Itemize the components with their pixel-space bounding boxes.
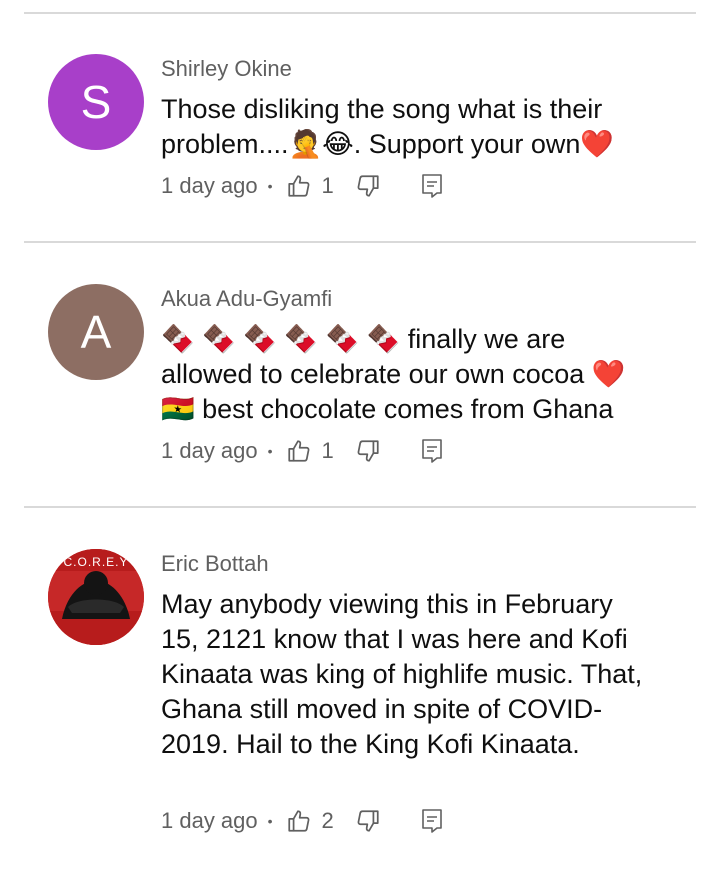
comment-actions: 1 day ago • 1 [161, 171, 446, 201]
thumbs-up-icon[interactable] [285, 172, 313, 200]
avatar-watermark: C.O.R.E.Y [63, 555, 129, 569]
like-count: 2 [321, 808, 334, 833]
comment-text: May anybody viewing this in February 15,… [161, 589, 643, 759]
thumbs-down-icon[interactable] [354, 437, 382, 465]
comment-text: Those disliking the song what is their p… [161, 94, 614, 159]
comment-text: 🍫 🍫 🍫 🍫 🍫 🍫 finally we are allowed to ce… [161, 324, 626, 424]
separator-dot: • [267, 813, 273, 829]
comment-time[interactable]: 1 day ago [161, 173, 258, 199]
comment-actions: 1 day ago • 1 [161, 436, 446, 466]
thumbs-down-icon[interactable] [354, 172, 382, 200]
like-count: 1 [321, 173, 334, 198]
divider-1 [24, 241, 696, 243]
comment-author[interactable]: Eric Bottah [161, 551, 269, 577]
thumbs-up-icon[interactable] [285, 437, 313, 465]
thumbs-down-icon[interactable] [354, 807, 382, 835]
separator-dot: • [267, 178, 273, 194]
reply-comment-icon[interactable] [418, 437, 446, 465]
avatar[interactable]: C.O.R.E.Y [48, 549, 144, 645]
divider-top [24, 12, 696, 14]
like-count: 1 [321, 438, 334, 463]
avatar-letter: A [80, 306, 112, 358]
comment-time[interactable]: 1 day ago [161, 438, 258, 464]
separator-dot: • [267, 443, 273, 459]
comment-author[interactable]: Shirley Okine [161, 56, 292, 82]
avatar[interactable]: A [48, 284, 144, 380]
comment-author[interactable]: Akua Adu-Gyamfi [161, 286, 332, 312]
divider-2 [24, 506, 696, 508]
avatar[interactable]: S [48, 54, 144, 150]
reply-comment-icon[interactable] [418, 172, 446, 200]
reply-comment-icon[interactable] [418, 807, 446, 835]
comment-actions: 1 day ago • 2 [161, 806, 446, 836]
avatar-letter: S [80, 76, 112, 128]
thumbs-up-icon[interactable] [285, 807, 313, 835]
comment-time[interactable]: 1 day ago [161, 808, 258, 834]
